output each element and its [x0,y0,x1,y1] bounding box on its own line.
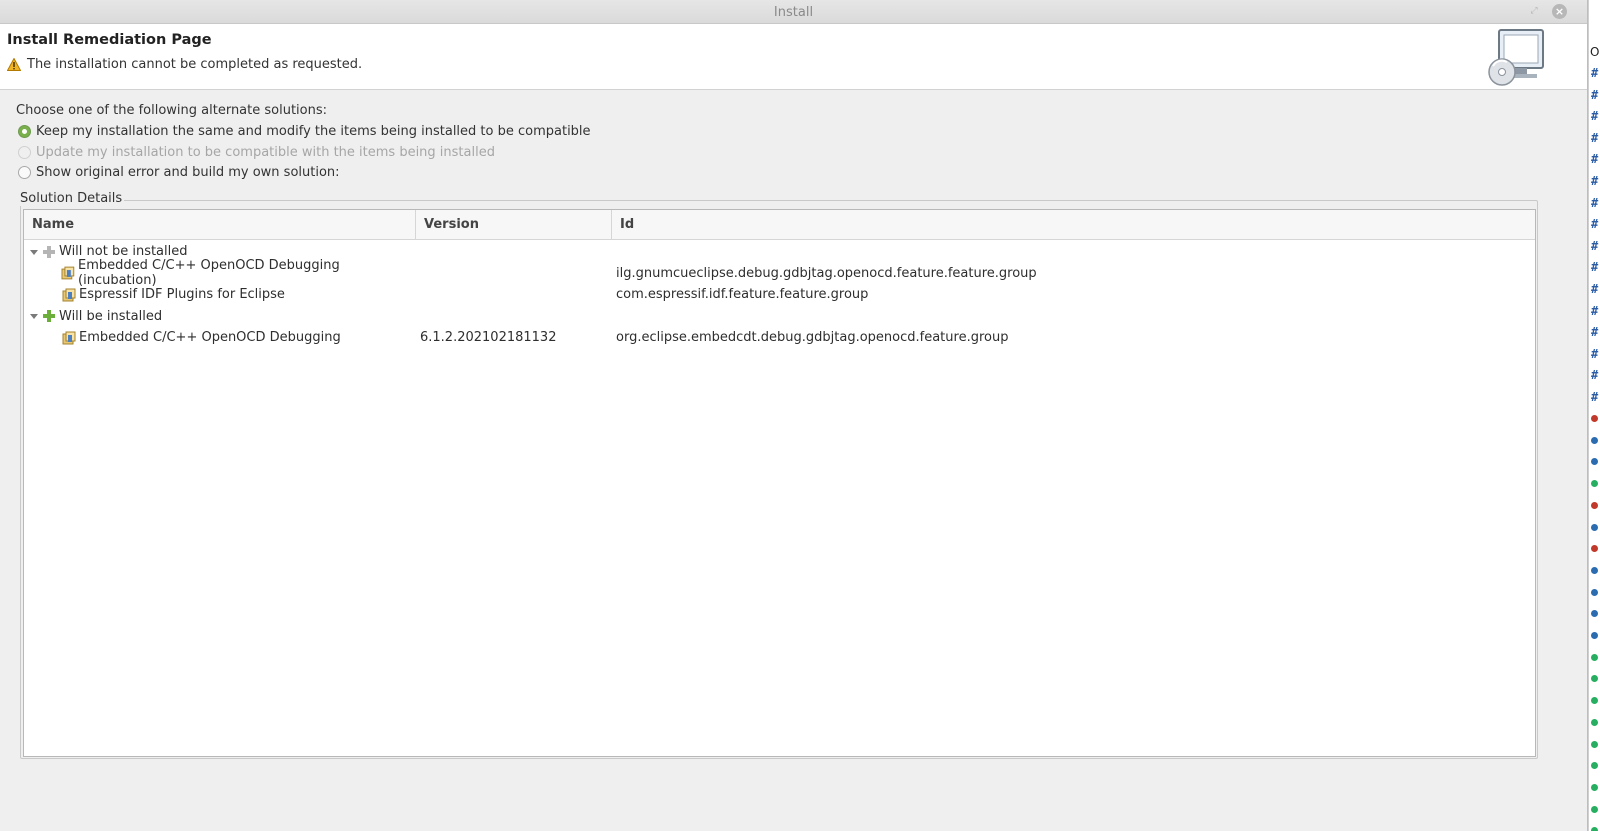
background-hash-glyph: # [1591,130,1599,145]
feature-icon [61,266,75,280]
feature-icon [62,331,76,345]
warning-text: The installation cannot be completed as … [27,57,363,72]
background-marker-dot [1591,762,1598,770]
group-label: Will be installed [59,308,163,324]
feature-icon [62,288,76,302]
item-version: 6.1.2.202102181132 [420,330,557,346]
close-icon[interactable]: × [1552,4,1567,19]
background-marker-dot [1591,480,1598,488]
radio-label: Keep my installation the same and modify… [36,124,591,139]
background-marker-dot [1591,827,1598,831]
background-hash-glyph: # [1591,260,1599,275]
background-marker-dot [1591,415,1598,422]
item-id: org.eclipse.embedcdt.debug.gdbjtag.openo… [616,330,1009,346]
solutions-prompt: Choose one of the following alternate so… [16,103,328,118]
background-marker-dot [1591,632,1598,639]
item-name: Embedded C/C++ OpenOCD Debugging (incuba… [78,258,340,289]
background-hash-glyph: # [1591,87,1599,102]
background-hash-glyph: # [1591,109,1599,124]
tree-group-will-be-installed[interactable]: Will be installed [24,306,1535,328]
column-header-version[interactable]: Version [416,210,612,240]
radio-label: Show original error and build my own sol… [36,165,340,180]
background-hash-glyph: # [1591,390,1599,404]
background-hash-glyph: # [1591,174,1599,188]
chevron-down-icon[interactable] [29,247,39,257]
table-row[interactable]: Embedded C/C++ OpenOCD Debugging 6.1.2.2… [24,327,1535,349]
column-header-name[interactable]: Name [24,210,416,240]
radio-show-original-error[interactable]: Show original error and build my own sol… [18,165,340,180]
group-label: Will not be installed [59,244,188,260]
background-marker-dot [1591,675,1598,683]
background-marker-dot [1591,545,1598,553]
warning-message: The installation cannot be completed as … [7,57,362,72]
column-header-id[interactable]: Id [612,210,1535,240]
background-hash-glyph: # [1591,66,1599,80]
radio-update-installation: Update my installation to be compatible … [18,145,495,160]
radio-keep-installation[interactable]: Keep my installation the same and modify… [18,124,591,139]
page-title: Install Remediation Page [7,32,212,48]
background-marker-dot [1591,610,1598,618]
background-hash-glyph: # [1591,195,1599,210]
solution-details-group: Name Version Id Will not be installed Em… [20,200,1538,759]
background-hash-glyph: # [1591,238,1599,253]
background-hash-glyph: # [1591,152,1599,167]
background-editor-strip: Or # # # # # # # # # # # # # # # # [1588,0,1600,831]
background-marker-dot [1591,436,1598,444]
solution-details-table[interactable]: Name Version Id Will not be installed Em… [23,209,1536,757]
background-marker-dot [1591,783,1598,791]
title-bar[interactable]: Install ⤢ × [0,0,1587,24]
background-hash-glyph: # [1591,282,1599,296]
green-plus-icon [43,310,55,323]
background-marker-dot [1591,501,1598,509]
item-id: ilg.gnumcueclipse.debug.gdbjtag.openocd.… [616,265,1037,281]
solution-details-label: Solution Details [20,191,125,206]
background-marker-dot [1591,588,1598,596]
background-marker-dot [1591,523,1598,531]
background-marker-dot [1591,653,1598,661]
background-marker-dot [1591,805,1598,813]
item-name: Embedded C/C++ OpenOCD Debugging [79,330,341,346]
background-hash-glyph: # [1591,217,1599,232]
background-marker-dot [1591,740,1598,748]
table-row[interactable]: Espressif IDF Plugins for Eclipse com.es… [24,284,1535,306]
background-hash-glyph: # [1591,346,1599,361]
wizard-banner: Install Remediation Page The installatio… [0,24,1587,90]
background-hash-glyph: # [1591,303,1599,318]
remediation-content: Choose one of the following alternate so… [0,91,1588,831]
warning-icon [7,58,21,71]
background-marker-dot [1591,718,1598,726]
radio-button [18,146,31,159]
table-row[interactable]: Embedded C/C++ OpenOCD Debugging (incuba… [24,258,1535,288]
table-header: Name Version Id [24,210,1535,240]
restore-icon[interactable]: ⤢ [1529,6,1539,16]
background-marker-dot [1591,566,1598,574]
install-dialog: Install ⤢ × Install Remediation Page The… [0,0,1588,831]
window-title: Install [773,5,814,20]
radio-label: Update my installation to be compatible … [36,145,495,160]
install-wizard-icon [1488,29,1544,86]
background-marker-dot [1591,697,1598,705]
grey-plus-icon [43,245,55,258]
background-hash-glyph: # [1591,325,1599,340]
background-edge-text: Or [1590,45,1600,59]
chevron-down-icon[interactable] [29,311,39,321]
background-hash-glyph: # [1591,368,1599,383]
background-marker-dot [1591,458,1598,466]
item-name: Espressif IDF Plugins for Eclipse [79,287,285,303]
radio-button[interactable] [18,166,31,179]
radio-button[interactable] [18,125,31,138]
item-id: com.espressif.idf.feature.feature.group [616,287,869,303]
